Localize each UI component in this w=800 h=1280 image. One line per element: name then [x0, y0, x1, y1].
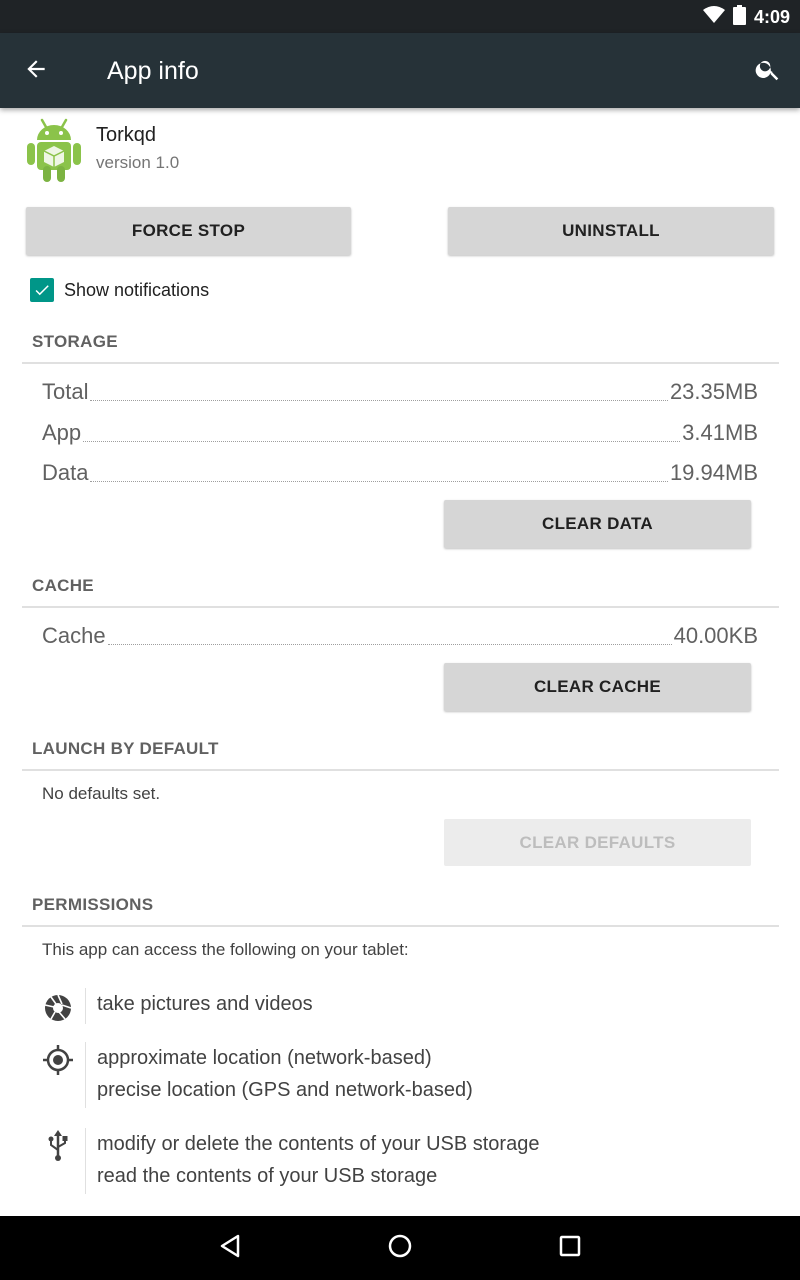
search-button[interactable] [752, 55, 784, 87]
storage-data-value: 19.94MB [669, 460, 758, 485]
status-bar: 4:09 [0, 0, 800, 33]
uninstall-button[interactable]: UNINSTALL [448, 207, 774, 255]
storage-total-label: Total [42, 379, 89, 404]
app-version: version 1.0 [96, 153, 180, 172]
storage-data-row: Data 19.94MB [42, 455, 758, 485]
permissions-section-header: PERMISSIONS [22, 891, 779, 927]
storage-app-row: App 3.41MB [42, 415, 758, 445]
back-button[interactable] [20, 55, 52, 87]
cache-header-label: CACHE [32, 576, 94, 595]
permission-divider [85, 1042, 86, 1108]
arrow-back-icon [23, 56, 49, 87]
nav-recents-button[interactable] [550, 1228, 590, 1268]
storage-data-label: Data [42, 460, 89, 485]
app-bar: App info [0, 33, 800, 108]
permission-group-camera: take pictures and videos [40, 988, 760, 1024]
permission-divider [85, 988, 86, 1024]
launch-default-header-label: LAUNCH BY DEFAULT [32, 739, 219, 758]
permission-group-usb: modify or delete the contents of your US… [40, 1128, 760, 1194]
storage-app-label: App [42, 420, 82, 445]
storage-header-label: STORAGE [32, 332, 118, 351]
cache-value: 40.00KB [673, 623, 758, 648]
permission-lines: approximate location (network-based) pre… [97, 1042, 473, 1106]
location-icon [40, 1042, 76, 1078]
app-header: Torkqd version 1.0 [25, 118, 625, 184]
dotted-leader [83, 441, 681, 442]
clear-cache-button[interactable]: CLEAR CACHE [444, 663, 751, 711]
storage-app-value: 3.41MB [682, 420, 758, 445]
cache-label: Cache [42, 623, 106, 648]
cache-row: Cache 40.00KB [42, 618, 758, 648]
cache-section-header: CACHE [22, 572, 779, 608]
wifi-icon [702, 5, 725, 29]
permission-item: read the contents of your USB storage [97, 1165, 438, 1187]
status-time: 4:09 [753, 6, 790, 27]
permission-item: precise location (GPS and network-based) [97, 1079, 473, 1101]
checkbox-checked-icon [30, 278, 54, 302]
home-circle-icon [387, 1233, 413, 1264]
search-icon [754, 55, 782, 88]
permission-item: take pictures and videos [97, 993, 313, 1015]
no-defaults-text: No defaults set. [42, 784, 161, 803]
permission-item: modify or delete the contents of your US… [97, 1133, 540, 1155]
permission-lines: modify or delete the contents of your US… [97, 1128, 539, 1192]
permission-group-location: approximate location (network-based) pre… [40, 1042, 760, 1108]
permissions-intro: This app can access the following on you… [42, 940, 409, 959]
camera-icon [40, 990, 76, 1026]
permission-divider [85, 1128, 86, 1194]
storage-total-row: Total 23.35MB [42, 374, 758, 404]
usb-icon [40, 1128, 76, 1164]
battery-icon [732, 4, 746, 30]
android-package-icon [25, 118, 83, 184]
status-icons: 4:09 [702, 4, 790, 30]
dotted-leader [90, 481, 668, 482]
clear-data-button[interactable]: CLEAR DATA [444, 500, 751, 548]
force-stop-button[interactable]: FORCE STOP [26, 207, 351, 255]
permissions-header-label: PERMISSIONS [32, 895, 154, 914]
dotted-leader [90, 400, 668, 401]
nav-home-button[interactable] [380, 1228, 420, 1268]
launch-default-section-header: LAUNCH BY DEFAULT [22, 735, 779, 771]
show-notifications-checkbox[interactable]: Show notifications [30, 278, 209, 302]
back-triangle-icon [217, 1233, 243, 1264]
storage-total-value: 23.35MB [669, 379, 758, 404]
permission-item: approximate location (network-based) [97, 1047, 432, 1069]
recents-square-icon [558, 1234, 582, 1263]
dotted-leader [107, 644, 672, 645]
clear-defaults-button[interactable]: CLEAR DEFAULTS [444, 819, 751, 866]
nav-back-button[interactable] [210, 1228, 250, 1268]
app-name: Torkqd [96, 124, 157, 146]
show-notifications-label: Show notifications [64, 279, 210, 300]
navigation-bar [0, 1216, 800, 1280]
page-title: App info [107, 57, 199, 85]
permission-lines: take pictures and videos [97, 988, 313, 1020]
storage-section-header: STORAGE [22, 328, 779, 364]
